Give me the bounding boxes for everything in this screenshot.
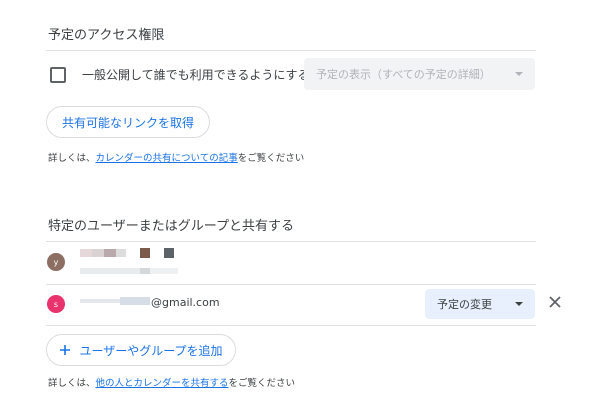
access-section-title: 予定のアクセス権限 bbox=[48, 28, 165, 43]
redacted-name bbox=[164, 248, 174, 258]
permission-select[interactable]: 予定の変更 bbox=[425, 289, 535, 319]
divider bbox=[46, 325, 536, 326]
permission-value: 予定の変更 bbox=[437, 298, 492, 311]
share-help-text: 詳しくは、他の人とカレンダーを共有するをご覧ください bbox=[48, 375, 295, 389]
public-checkbox[interactable] bbox=[50, 67, 66, 83]
chevron-down-icon bbox=[515, 302, 523, 306]
divider bbox=[46, 284, 536, 285]
get-share-link-label: 共有可能なリンクを取得 bbox=[61, 115, 194, 130]
redacted-email bbox=[140, 268, 150, 274]
redacted-email bbox=[80, 299, 120, 303]
close-icon[interactable] bbox=[547, 294, 563, 310]
avatar: s bbox=[47, 295, 65, 313]
redacted-name bbox=[92, 249, 104, 257]
redacted-name bbox=[104, 249, 116, 257]
public-checkbox-label: 一般公開して誰でも利用できるようにする bbox=[82, 68, 310, 82]
redacted-name bbox=[140, 248, 150, 258]
divider bbox=[46, 50, 536, 51]
share-calendar-link[interactable]: 他の人とカレンダーを共有する bbox=[96, 378, 229, 389]
avatar: y bbox=[47, 253, 65, 271]
help-prefix: 詳しくは、 bbox=[48, 153, 96, 164]
user-email: @gmail.com bbox=[151, 296, 220, 309]
redacted-email bbox=[80, 268, 140, 274]
redacted-name bbox=[116, 249, 126, 257]
access-help-text: 詳しくは、カレンダーの共有についての記事をご覧ください bbox=[48, 150, 304, 164]
visibility-select-value: 予定の表示（すべての予定の詳細） bbox=[316, 68, 491, 81]
redacted-email bbox=[120, 297, 150, 305]
redacted-name bbox=[80, 249, 92, 257]
visibility-select: 予定の表示（すべての予定の詳細） bbox=[304, 58, 535, 90]
divider bbox=[46, 241, 536, 242]
calendar-sharing-article-link[interactable]: カレンダーの共有についての記事 bbox=[96, 153, 238, 164]
help-suffix: をご覧ください bbox=[228, 378, 296, 389]
help-suffix: をご覧ください bbox=[237, 153, 305, 164]
add-user-button[interactable]: ユーザーやグループを追加 bbox=[46, 334, 236, 366]
help-prefix: 詳しくは、 bbox=[48, 378, 96, 389]
plus-icon bbox=[60, 345, 71, 355]
get-share-link-button[interactable]: 共有可能なリンクを取得 bbox=[46, 106, 210, 138]
redacted-email bbox=[150, 268, 178, 274]
add-user-label: ユーザーやグループを追加 bbox=[79, 343, 223, 358]
chevron-down-icon bbox=[515, 72, 523, 76]
share-section-title: 特定のユーザーまたはグループと共有する bbox=[48, 219, 294, 234]
